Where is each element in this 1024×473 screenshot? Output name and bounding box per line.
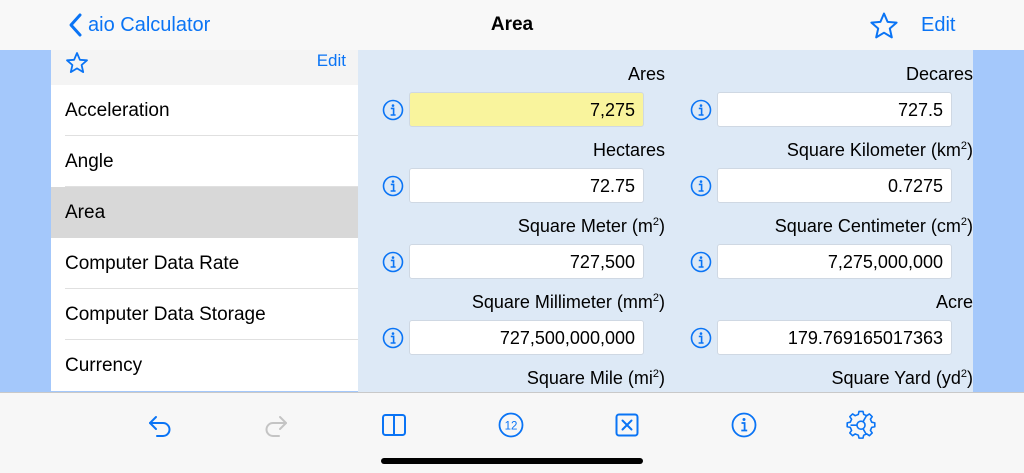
sidebar-item-label: Computer Data Storage [65, 304, 266, 325]
value-field[interactable]: 727,500 [409, 244, 644, 279]
info-icon[interactable] [382, 175, 404, 197]
value-field[interactable]: 0.7275 [717, 168, 952, 203]
favorite-star-icon[interactable] [869, 11, 899, 41]
value-field[interactable]: 72.75 [409, 168, 644, 203]
home-indicator[interactable] [381, 458, 643, 464]
sidebar-header: Edit [51, 50, 358, 85]
info-icon[interactable] [729, 410, 759, 440]
field-label: Ares [627, 64, 665, 84]
field-label: Square Meter (m2) [517, 216, 665, 236]
info-icon[interactable] [690, 327, 712, 349]
edit-button[interactable]: Edit [921, 14, 955, 37]
sidebar-item-label: Computer Data Rate [65, 253, 240, 274]
settings-icon[interactable] [846, 410, 876, 440]
field-label: Acre [935, 292, 973, 312]
number-format-icon[interactable]: 12 [496, 410, 526, 440]
value-field[interactable]: 179.769165017363 [717, 320, 952, 355]
sidebar-item-acceleration[interactable]: Acceleration [51, 85, 358, 136]
value-field[interactable]: 727.5 [717, 92, 952, 127]
info-icon[interactable] [382, 251, 404, 273]
sidebar-item-label: Currency [65, 355, 143, 376]
field-label: Hectares [592, 140, 665, 160]
sidebar-item-area[interactable]: Area [51, 187, 358, 238]
category-sidebar: Edit Acceleration Angle Area Computer Da… [51, 50, 358, 392]
sidebar-edit-button[interactable]: Edit [317, 51, 346, 71]
split-view-icon[interactable] [379, 410, 409, 440]
value-field[interactable]: 7,275,000,000 [717, 244, 952, 279]
redo-icon[interactable] [263, 410, 293, 440]
favorites-star-icon[interactable] [65, 51, 89, 75]
sidebar-item-angle[interactable]: Angle [51, 136, 358, 187]
navigation-bar: aio Calculator Area Edit [0, 0, 1024, 50]
value-field[interactable]: 7,275 [409, 92, 644, 127]
field-label: Square Yard (yd2) [831, 368, 973, 388]
field-label: Square Kilometer (km2) [786, 140, 973, 160]
sidebar-item-label: Angle [65, 151, 114, 172]
conversion-panel: Ares 7,275 Decares 727.5 Hectares 72.75 … [358, 50, 973, 392]
info-icon[interactable] [690, 251, 712, 273]
sidebar-item-label: Acceleration [65, 100, 170, 121]
sidebar-item-label: Area [65, 202, 106, 223]
sidebar-item-currency[interactable]: Currency [51, 340, 358, 391]
clear-icon[interactable] [612, 410, 642, 440]
value-field[interactable]: 727,500,000,000 [409, 320, 644, 355]
field-label: Square Centimeter (cm2) [774, 216, 973, 236]
field-label: Square Millimeter (mm2) [471, 292, 665, 312]
info-icon[interactable] [382, 99, 404, 121]
info-icon[interactable] [382, 327, 404, 349]
sidebar-item-computer-data-rate[interactable]: Computer Data Rate [51, 238, 358, 289]
undo-icon[interactable] [145, 410, 175, 440]
field-label: Decares [905, 64, 973, 84]
sidebar-item-computer-data-storage[interactable]: Computer Data Storage [51, 289, 358, 340]
info-icon[interactable] [690, 175, 712, 197]
field-label: Square Mile (mi2) [526, 368, 665, 388]
info-icon[interactable] [690, 99, 712, 121]
number-format-label: 12 [505, 420, 518, 432]
